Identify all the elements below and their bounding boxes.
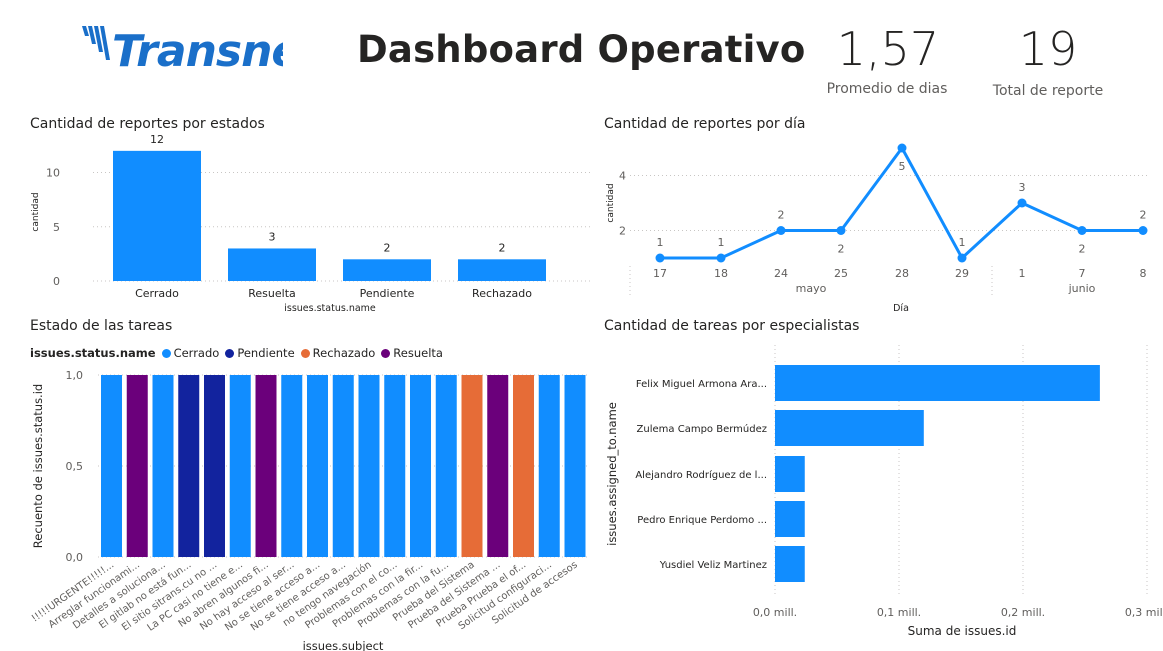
task-bar[interactable] <box>101 375 122 557</box>
specialist-y-tick: Alejandro Rodríguez de l... <box>635 469 767 481</box>
day-x-tick: 8 <box>1140 267 1147 280</box>
day-data-label: 2 <box>838 243 845 256</box>
status-bar[interactable] <box>458 259 546 281</box>
specialist-x-axis-label: Suma de issues.id <box>908 624 1017 638</box>
day-x-tick: 1 <box>1019 267 1026 280</box>
day-group-label: mayo <box>796 282 827 295</box>
day-data-label: 2 <box>1140 209 1147 222</box>
day-x-axis-label: Día <box>893 303 909 314</box>
specialist-y-tick: Zulema Campo Bermúdez <box>637 423 767 435</box>
status-data-label: 2 <box>384 241 391 254</box>
day-x-tick: 24 <box>774 267 788 280</box>
task-bar[interactable] <box>152 375 174 557</box>
status-bar[interactable] <box>343 259 431 281</box>
specialist-bar[interactable] <box>775 546 805 582</box>
specialist-x-tick: 0,1 mill. <box>877 606 921 619</box>
day-x-tick: 7 <box>1079 267 1086 280</box>
day-y-axis-label: cantidad <box>606 183 616 222</box>
task-bar[interactable] <box>384 375 406 557</box>
specialist-bar[interactable] <box>775 456 805 492</box>
day-group-label: junio <box>1068 282 1096 295</box>
specialist-x-tick: 0,2 mill. <box>1001 606 1045 619</box>
day-data-label: 2 <box>1079 243 1086 256</box>
status-x-tick: Pendiente <box>360 287 415 300</box>
specialist-x-tick: 0,0 mill. <box>753 606 797 619</box>
status-x-tick: Resuelta <box>248 287 296 300</box>
day-point[interactable] <box>716 253 726 263</box>
task-bar[interactable] <box>126 375 148 557</box>
status-x-tick: Rechazado <box>472 287 532 300</box>
day-y-tick: 2 <box>619 225 626 238</box>
day-data-label: 2 <box>778 209 785 222</box>
day-data-label: 3 <box>1019 181 1026 194</box>
task-bar[interactable] <box>410 375 431 557</box>
specialist-y-axis-label: issues.assigned_to.name <box>605 402 619 546</box>
task-x-axis-label: issues.subject <box>303 639 384 651</box>
specialist-y-tick: Felix Miguel Armona Ara... <box>636 379 767 390</box>
status-x-axis-label: issues.status.name <box>284 303 376 314</box>
specialist-y-tick: Pedro Enrique Perdomo ... <box>637 515 767 526</box>
day-x-tick: 28 <box>895 267 909 280</box>
task-bar[interactable] <box>513 375 534 557</box>
day-x-tick: 18 <box>714 267 728 280</box>
day-point[interactable] <box>1138 226 1148 235</box>
status-bar-chart: 051012Cerrado3Resuelta2Pendiente2Rechaza… <box>30 133 1163 651</box>
task-bar[interactable] <box>358 375 380 557</box>
day-x-tick: 25 <box>834 267 848 280</box>
status-data-label: 12 <box>150 133 164 146</box>
status-y-tick: 10 <box>46 167 60 180</box>
day-data-label: 1 <box>657 236 664 249</box>
task-bar[interactable] <box>538 375 560 557</box>
specialist-bar[interactable] <box>775 501 805 537</box>
day-data-label: 5 <box>899 160 906 173</box>
day-data-label: 1 <box>959 236 966 249</box>
task-bar[interactable] <box>564 375 586 557</box>
task-bar[interactable] <box>178 375 200 557</box>
specialist-x-tick: 0,3 mill. <box>1125 606 1163 619</box>
day-point[interactable] <box>1017 198 1027 208</box>
status-y-tick: 5 <box>53 221 60 234</box>
task-y-tick: 0,0 <box>66 551 84 564</box>
task-bar[interactable] <box>204 375 225 557</box>
specialist-y-tick: Yusdiel Veliz Martinez <box>659 560 767 571</box>
task-bar[interactable] <box>487 375 509 557</box>
status-y-axis-label: cantidad <box>31 192 41 231</box>
status-bar[interactable] <box>113 150 201 281</box>
day-point[interactable] <box>776 226 786 235</box>
task-y-tick: 0,5 <box>66 460 84 473</box>
status-data-label: 2 <box>499 241 506 254</box>
specialist-bar[interactable] <box>775 365 1100 401</box>
day-y-tick: 4 <box>619 170 626 183</box>
day-x-tick: 17 <box>653 267 667 280</box>
task-bar[interactable] <box>307 375 328 557</box>
task-y-tick: 1,0 <box>66 369 84 382</box>
task-bar[interactable] <box>281 375 303 557</box>
task-bar[interactable] <box>461 375 483 557</box>
day-x-tick: 29 <box>955 267 969 280</box>
task-bar[interactable] <box>332 375 354 557</box>
day-data-label: 1 <box>718 236 725 249</box>
day-point[interactable] <box>897 143 907 153</box>
day-point[interactable] <box>957 253 967 263</box>
task-bar[interactable] <box>435 375 457 557</box>
status-y-tick: 0 <box>53 275 60 288</box>
task-bar[interactable] <box>229 375 251 557</box>
task-y-axis-label: Recuento de issues.status.id <box>31 384 45 548</box>
status-x-tick: Cerrado <box>135 287 179 300</box>
status-bar[interactable] <box>228 248 316 281</box>
status-data-label: 3 <box>269 230 276 243</box>
day-point[interactable] <box>1077 226 1087 235</box>
day-point[interactable] <box>836 226 846 235</box>
day-point[interactable] <box>655 253 665 263</box>
task-bar[interactable] <box>255 375 277 557</box>
specialist-bar[interactable] <box>775 410 924 446</box>
